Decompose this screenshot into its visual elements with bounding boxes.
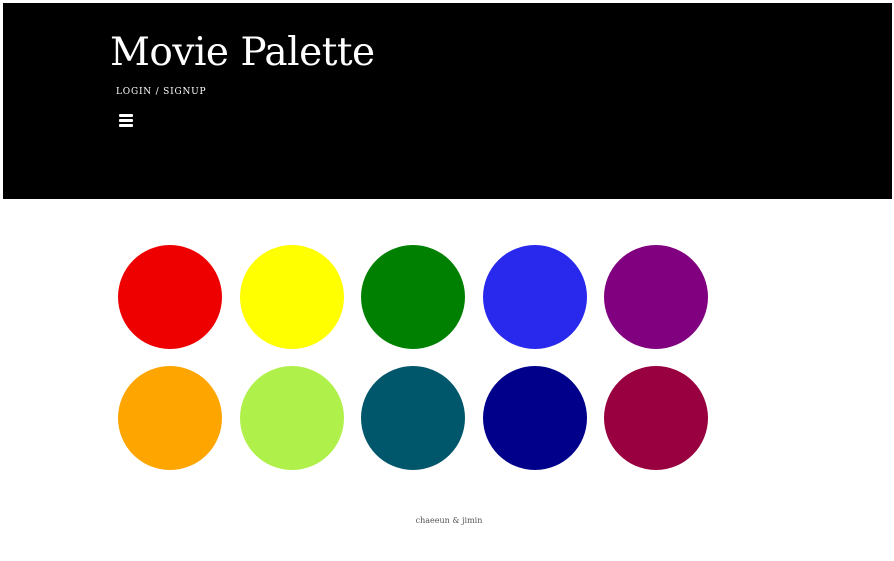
color-palette-grid bbox=[118, 245, 718, 470]
color-swatch[interactable] bbox=[482, 245, 587, 349]
color-swatch[interactable] bbox=[239, 366, 344, 470]
color-swatch[interactable] bbox=[118, 366, 222, 470]
footer-credit: chaeeun & jimin bbox=[415, 516, 483, 525]
site-header: Movie Palette LOGIN / SIGNUP bbox=[3, 3, 892, 199]
site-title[interactable]: Movie Palette bbox=[110, 29, 375, 77]
color-swatch[interactable] bbox=[482, 366, 587, 470]
color-swatch[interactable] bbox=[361, 366, 465, 470]
color-swatch[interactable] bbox=[604, 245, 708, 349]
color-swatch[interactable] bbox=[239, 245, 344, 349]
hamburger-menu-icon[interactable] bbox=[119, 114, 133, 128]
menu-bar bbox=[119, 119, 133, 122]
menu-bar bbox=[119, 124, 133, 127]
color-swatch[interactable] bbox=[118, 245, 222, 349]
color-swatch[interactable] bbox=[361, 245, 465, 349]
color-swatch[interactable] bbox=[604, 366, 708, 470]
menu-bar bbox=[119, 114, 133, 117]
login-signup-link[interactable]: LOGIN / SIGNUP bbox=[116, 86, 206, 98]
